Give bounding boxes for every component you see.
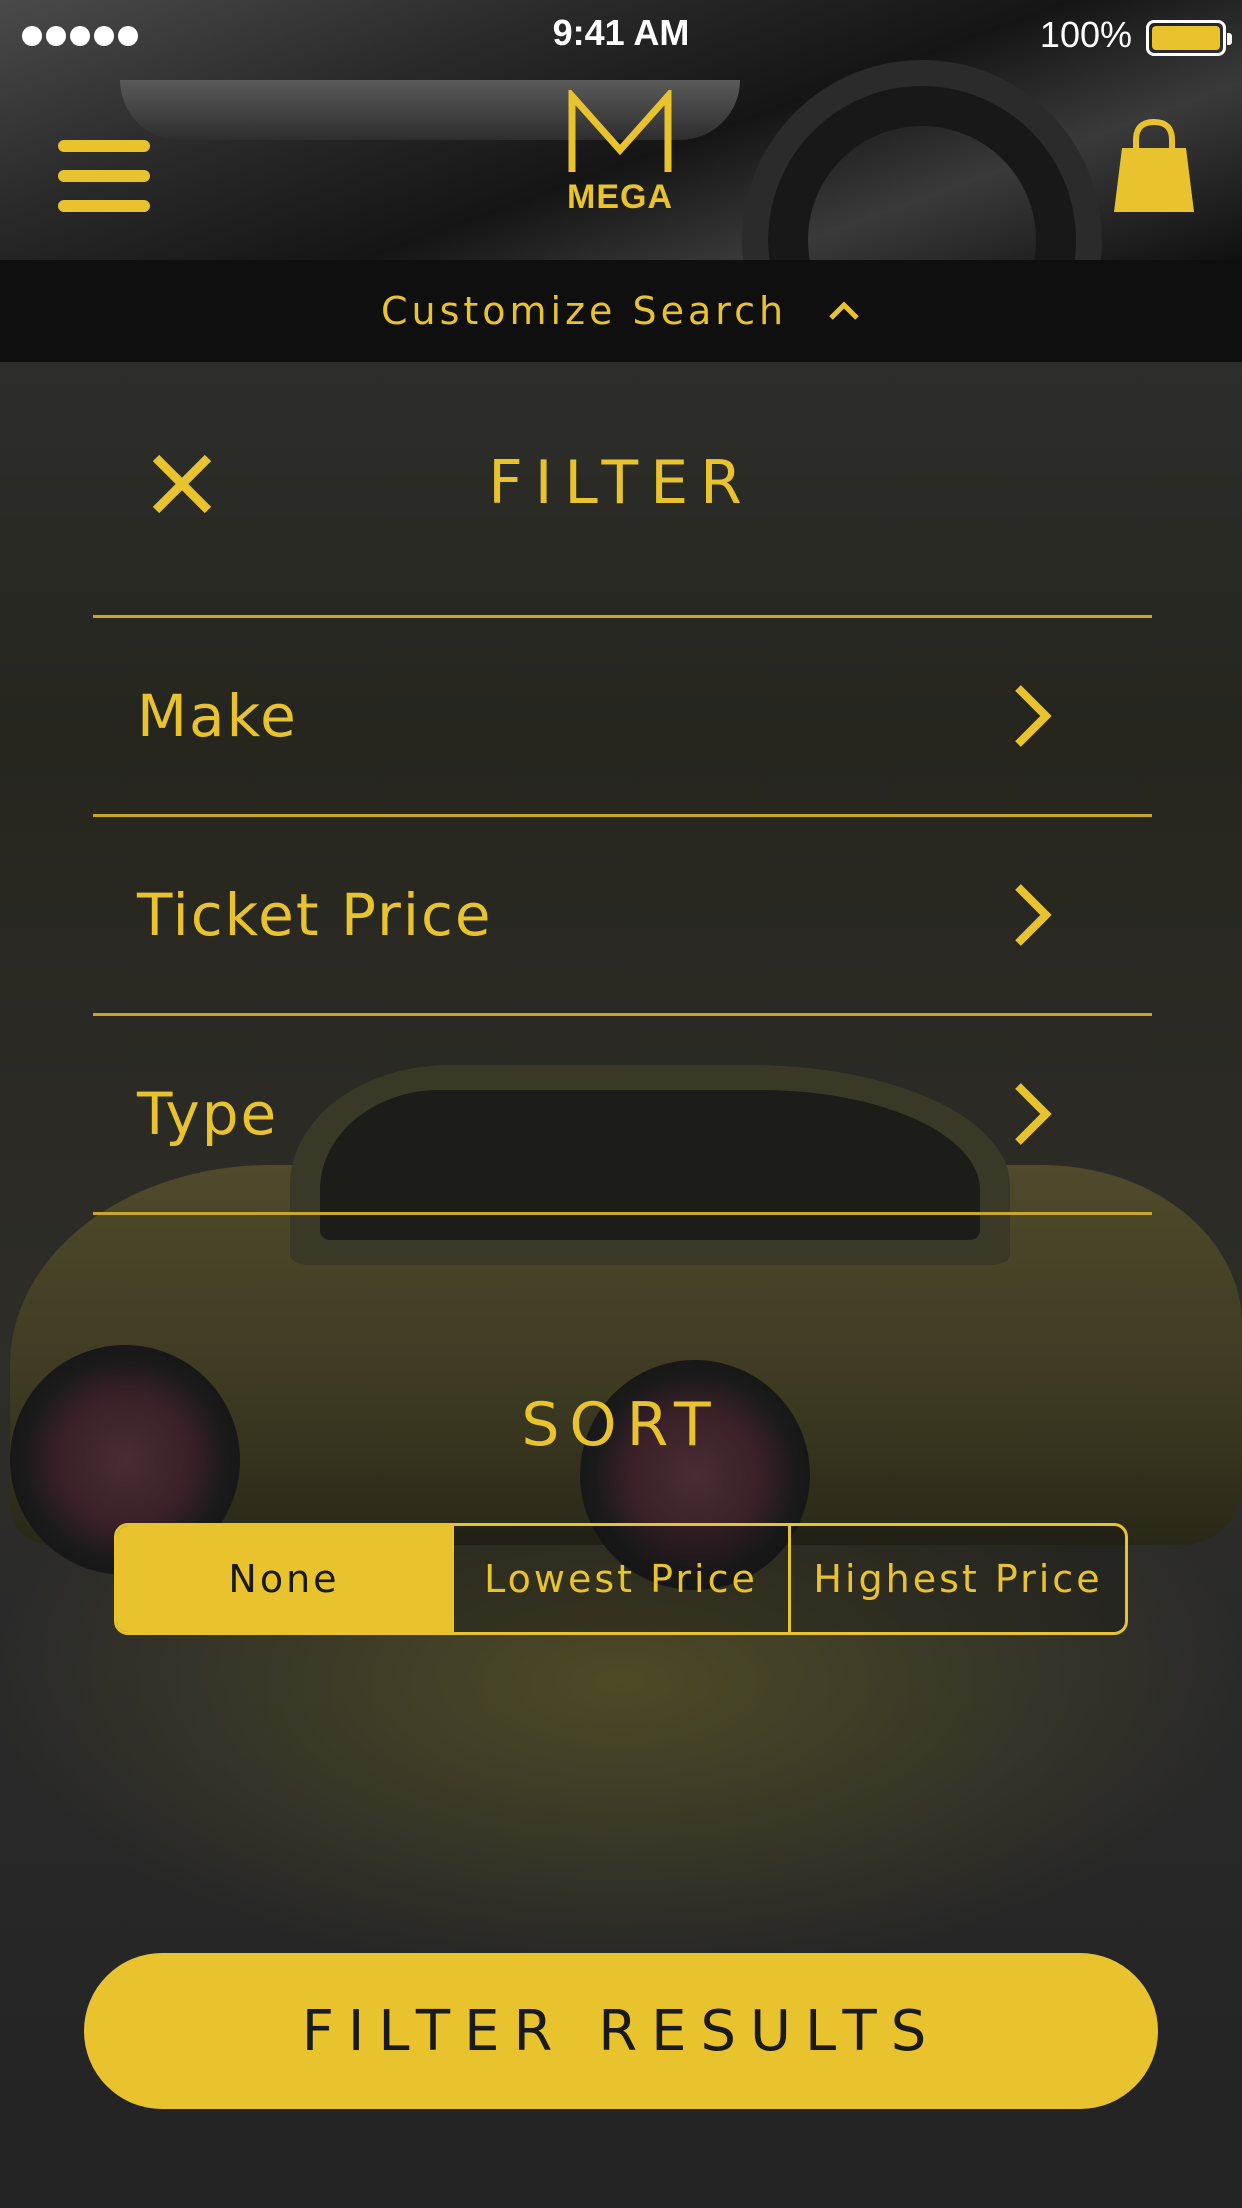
filter-results-label: FILTER RESULTS: [301, 1998, 941, 2064]
filter-title: FILTER: [488, 448, 754, 518]
sort-option-lowest-price[interactable]: Lowest Price: [451, 1526, 788, 1632]
sort-option-highest-price[interactable]: Highest Price: [788, 1526, 1125, 1632]
status-bar: 9:41 AM 100%: [0, 0, 1242, 72]
logo-text: MEGA: [567, 178, 673, 216]
battery-icon: [1146, 20, 1232, 56]
filter-row-label: Ticket Price: [137, 881, 493, 949]
sort-option-none[interactable]: None: [117, 1526, 451, 1632]
logo-m-icon: [568, 90, 672, 172]
chevron-right-icon: [1015, 1083, 1052, 1145]
filter-row-make[interactable]: Make: [93, 618, 1152, 817]
sort-title: SORT: [521, 1390, 721, 1460]
filter-list: Make Ticket Price Type: [93, 615, 1152, 1215]
customize-search-label: Customize Search: [380, 289, 788, 333]
filter-row-label: Type: [137, 1080, 279, 1148]
filter-results-button[interactable]: FILTER RESULTS: [84, 1953, 1158, 2109]
chevron-right-icon: [1015, 685, 1052, 747]
mega-logo[interactable]: MEGA: [555, 90, 685, 220]
sort-segmented-control: None Lowest Price Highest Price: [114, 1523, 1128, 1635]
battery-percentage: 100%: [1039, 14, 1132, 55]
filter-row-label: Make: [137, 682, 298, 750]
customize-search-toggle[interactable]: Customize Search: [0, 260, 1242, 362]
chevron-right-icon: [1015, 884, 1052, 946]
battery-level-fill: [1152, 26, 1220, 50]
hamburger-menu-icon[interactable]: [58, 140, 150, 212]
chevron-up-icon: [829, 301, 859, 320]
shopping-bag-icon[interactable]: [1112, 118, 1196, 214]
filter-row-ticket-price[interactable]: Ticket Price: [93, 817, 1152, 1016]
filter-row-type[interactable]: Type: [93, 1016, 1152, 1215]
